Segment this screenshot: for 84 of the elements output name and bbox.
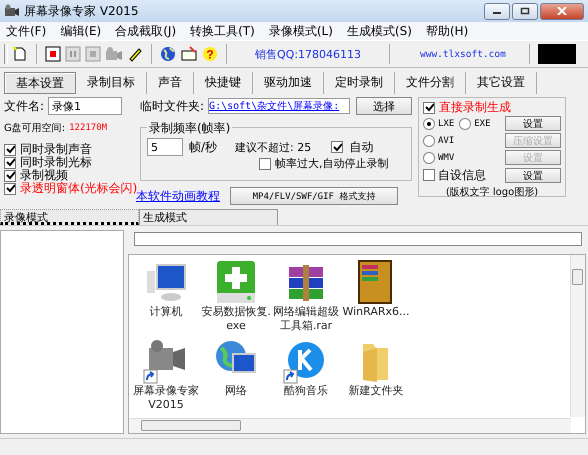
settings-button[interactable]: 设置 <box>505 116 561 131</box>
new-file-icon[interactable] <box>12 46 28 62</box>
help-icon[interactable]: ? <box>202 46 218 62</box>
file-name[interactable]: WinRARx6... <box>341 305 411 320</box>
tab[interactable]: 声音 <box>147 72 194 94</box>
radio-button[interactable] <box>423 134 435 146</box>
format-label: LXE <box>438 118 454 128</box>
file-name[interactable]: 网络编辑超级工具箱.rar <box>271 305 341 334</box>
minimize-button[interactable] <box>484 2 510 20</box>
format-label: EXE <box>474 118 491 128</box>
auto-stop-label: 帧率过大,自动停止录制 <box>275 156 388 171</box>
file-name[interactable]: 新建文件夹 <box>341 384 411 398</box>
tutorial-link[interactable]: 本软件动画教程 <box>136 188 220 204</box>
direct-record-label: 直接录制生成 <box>439 99 511 116</box>
globe-icon[interactable] <box>160 46 176 62</box>
tab[interactable]: 生成模式 <box>139 209 278 225</box>
file-name[interactable]: 网络 <box>201 384 271 398</box>
filename-field[interactable]: 录像1 <box>48 97 122 115</box>
address-field[interactable] <box>134 232 582 246</box>
file-name[interactable]: 屏幕录像专家V2015 <box>131 384 201 412</box>
disk-space-label: G盘可用空间: <box>4 122 66 135</box>
disk-space-value: 122170M <box>69 123 108 133</box>
preview-box <box>538 44 576 64</box>
option-label: 同时录制光标 <box>20 155 92 169</box>
option-label: 同时录制声音 <box>20 141 92 156</box>
tab[interactable]: 其它设置 <box>466 72 537 94</box>
format-label: WMV <box>438 152 454 162</box>
menu-item[interactable]: 文件(F) <box>6 22 46 40</box>
note-text: (版权文字 logo图形) <box>444 186 540 199</box>
radio-button[interactable] <box>459 118 472 130</box>
tab[interactable]: 录制目标 <box>76 72 147 94</box>
frame-rate-field[interactable]: 5 <box>147 138 183 156</box>
format-label: AVI <box>438 136 454 146</box>
checkbox[interactable] <box>331 141 344 153</box>
temp-folder-label: 临时文件夹: <box>140 98 204 114</box>
frame-rate-title: 录制频率(帧率) <box>147 120 232 137</box>
tab[interactable]: 定时录制 <box>324 72 395 94</box>
tab[interactable]: 快捷键 <box>194 72 253 94</box>
camera-icon <box>4 4 20 18</box>
maximize-button[interactable] <box>512 2 538 20</box>
auto-label: 自动 <box>349 138 374 156</box>
suggestion-text: 建议不超过: 25 <box>235 140 312 154</box>
radio-button[interactable] <box>423 118 435 130</box>
file-name[interactable]: 酷狗音乐 <box>271 384 341 398</box>
checkbox[interactable] <box>4 182 16 194</box>
window-title: 屏幕录像专家 V2015 <box>24 2 139 20</box>
tab[interactable]: 驱动加速 <box>253 72 324 94</box>
record-icon[interactable] <box>45 46 61 62</box>
checkbox[interactable] <box>4 170 16 182</box>
menu-item[interactable]: 帮助(H) <box>426 22 468 40</box>
maximize-icon <box>520 7 530 15</box>
card-icon[interactable] <box>180 46 198 62</box>
tab[interactable]: 文件分割 <box>395 72 466 94</box>
temp-folder-field[interactable]: G:\soft\杂文件\屏幕录像: <box>208 98 350 114</box>
format-support-button[interactable]: MP4/FLV/SWF/GIF 格式支持 <box>230 187 398 205</box>
checkbox[interactable] <box>423 102 435 114</box>
file-name[interactable]: 安易数据恢复.exe <box>201 305 271 334</box>
checkbox[interactable] <box>423 169 435 181</box>
sales-qq-text: 销售QQ:178046113 <box>255 46 362 62</box>
frame-rate-unit: 帧/秒 <box>189 138 218 156</box>
menu-item[interactable]: 生成模式(S) <box>346 22 412 40</box>
filename-label: 文件名: <box>4 98 44 114</box>
checkbox[interactable] <box>4 156 16 168</box>
horizontal-scrollbar[interactable] <box>129 418 571 433</box>
settings-button[interactable]: 设置 <box>505 168 561 182</box>
option-label: 录透明窗体(光标会闪) <box>20 181 138 195</box>
tab[interactable]: 录像模式 <box>0 209 139 225</box>
checkbox[interactable] <box>4 144 16 156</box>
menu-item[interactable]: 合成截取(J) <box>115 22 176 40</box>
menu-item[interactable]: 录像模式(L) <box>268 22 333 40</box>
radio-button[interactable] <box>423 152 435 164</box>
custom-info-label: 自设信息 <box>438 166 486 184</box>
vertical-scrollbar[interactable] <box>570 255 585 417</box>
pencil-icon[interactable] <box>127 46 143 62</box>
tab[interactable]: 基本设置 <box>4 72 76 94</box>
website-text: www.tlxsoft.com <box>420 48 506 60</box>
choose-button[interactable]: 选择 <box>356 97 412 115</box>
close-icon <box>557 7 567 15</box>
close-button[interactable] <box>540 2 584 20</box>
menu-item[interactable]: 转换工具(T) <box>190 22 255 40</box>
checkbox[interactable] <box>259 158 271 170</box>
option-label: 录制视频 <box>20 168 68 182</box>
menu-item[interactable]: 编辑(E) <box>60 22 102 40</box>
file-name[interactable]: 计算机 <box>131 305 201 320</box>
